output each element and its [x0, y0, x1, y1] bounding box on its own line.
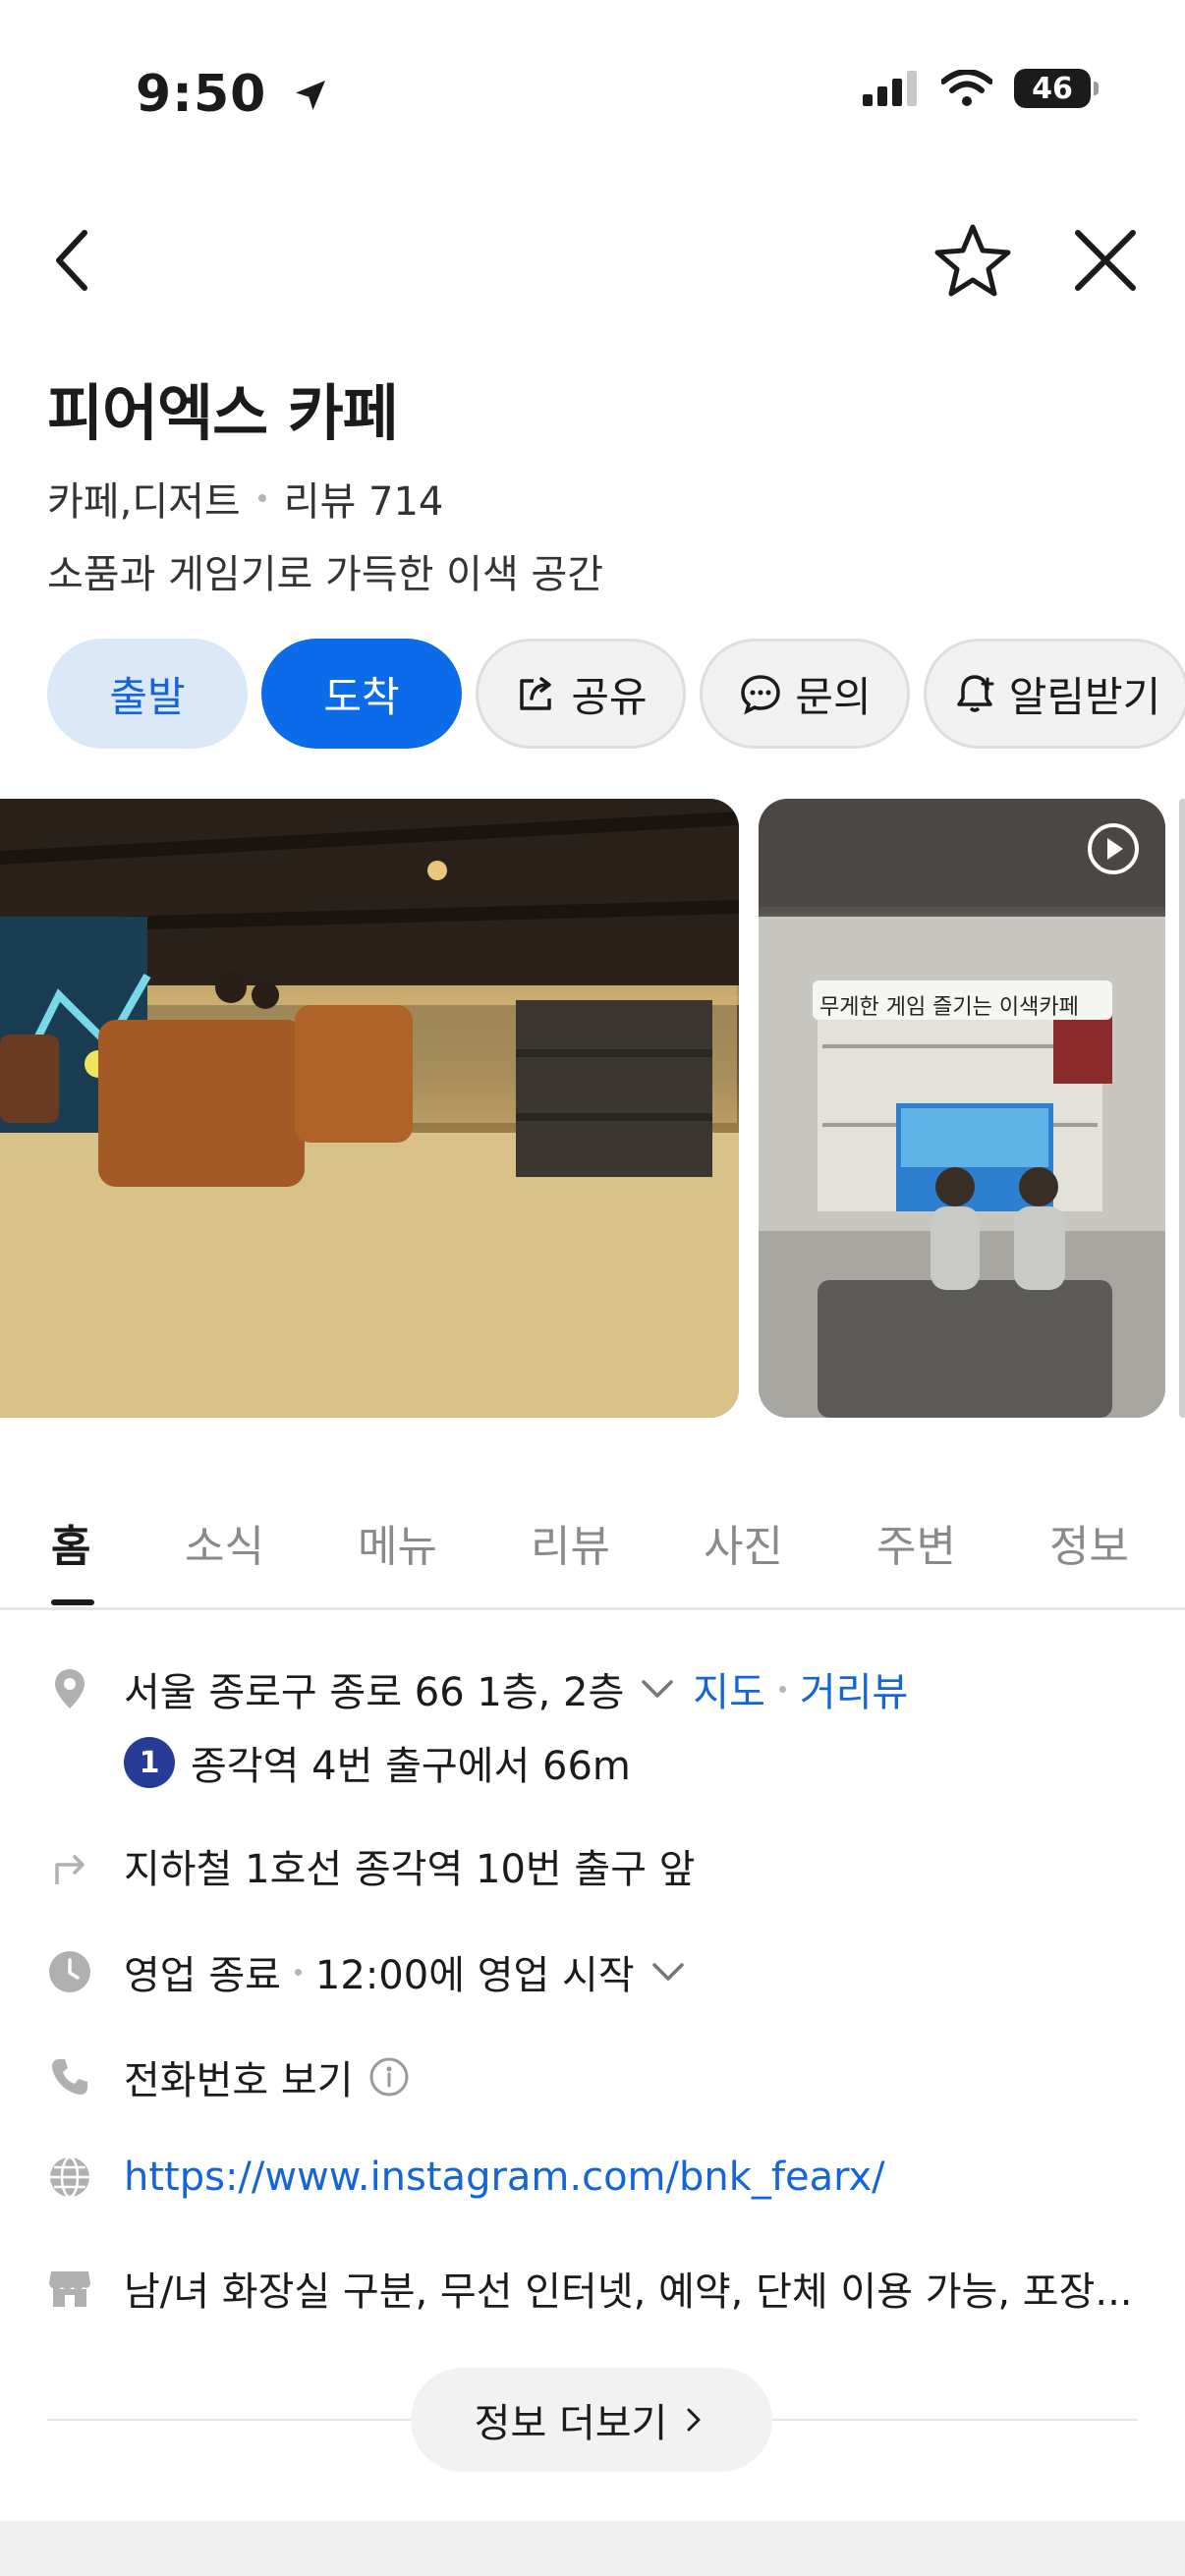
bell-plus-icon — [956, 675, 994, 712]
location-arrow-icon — [296, 81, 326, 110]
chevron-down-icon[interactable] — [647, 1950, 690, 1993]
place-title: 피어엑스 카페 — [47, 377, 399, 449]
tabs-divider — [0, 1607, 1185, 1610]
action-buttons: 출발 도착 공유 문의 알림받기 — [47, 639, 1185, 749]
globe-icon — [50, 2156, 89, 2199]
info-icon[interactable] — [367, 2055, 411, 2099]
section-tabs: 홈 소식 메뉴 리뷰 사진 주변 정보 — [0, 1493, 1185, 1611]
directions-row: 지하철 1호선 종각역 10번 출구 앞 — [47, 1837, 696, 1894]
subway-row: 1 종각역 4번 출구에서 66m — [124, 1734, 631, 1791]
subway-line-badge: 1 — [124, 1737, 175, 1788]
active-tab-indicator — [51, 1599, 94, 1605]
tab-news[interactable]: 소식 — [185, 1511, 264, 1574]
more-info-button[interactable]: 정보 더보기 — [411, 2368, 772, 2472]
review-count[interactable]: 리뷰 714 — [284, 470, 444, 527]
close-icon[interactable] — [1066, 221, 1145, 300]
website-row: https://www.instagram.com/bnk_fearx/ — [47, 2155, 885, 2200]
depart-button[interactable]: 출발 — [47, 639, 248, 749]
photo-overlay-text: 무게한 게임 즐기는 이색카페 — [819, 995, 1079, 1020]
clock-icon — [49, 1951, 90, 1992]
battery-indicator: 46 — [1014, 69, 1099, 108]
map-link[interactable]: 지도 — [693, 1660, 765, 1717]
phone-icon — [52, 2059, 87, 2095]
street-view-link[interactable]: 거리뷰 — [800, 1660, 908, 1717]
chevron-down-icon[interactable] — [636, 1667, 679, 1710]
chat-bubble-icon — [741, 675, 781, 715]
place-meta: 카페,디저트 리뷰 714 — [47, 470, 443, 527]
subway-distance: 종각역 4번 출구에서 66m — [191, 1744, 631, 1789]
tab-nearby[interactable]: 주변 — [876, 1511, 956, 1574]
location-pin-icon — [55, 1669, 85, 1708]
section-separator-band — [0, 2521, 1185, 2576]
link-separator — [778, 1685, 786, 1693]
address-row: 서울 종로구 종로 66 1층, 2층 지도 거리뷰 — [47, 1660, 908, 1717]
status-icons: 46 — [863, 69, 1099, 108]
website-link[interactable]: https://www.instagram.com/bnk_fearx/ — [124, 2155, 885, 2200]
arrive-button[interactable]: 도착 — [261, 639, 462, 749]
game-corner-illustration — [759, 799, 1165, 1418]
tab-photos[interactable]: 사진 — [704, 1511, 783, 1574]
tab-menu[interactable]: 메뉴 — [358, 1511, 437, 1574]
meta-separator — [257, 494, 266, 502]
share-button[interactable]: 공유 — [476, 639, 686, 749]
tab-home[interactable]: 홈 — [51, 1511, 90, 1574]
status-time: 9:50 — [136, 65, 330, 124]
photo-cafe-interior[interactable] — [0, 799, 739, 1418]
turn-arrow-icon — [55, 1855, 85, 1884]
tab-info[interactable]: 정보 — [1049, 1511, 1129, 1574]
store-icon — [49, 2271, 90, 2307]
place-description: 소품과 게임기로 가득한 이색 공간 — [47, 552, 604, 597]
notify-button[interactable]: 알림받기 — [924, 639, 1185, 749]
wifi-icon — [941, 70, 992, 106]
hours-next: 12:00에 영업 시작 — [314, 1953, 635, 1998]
phone-row[interactable]: 전화번호 보기 — [47, 2048, 411, 2105]
phone-text[interactable]: 전화번호 보기 — [124, 2048, 354, 2105]
inquiry-button[interactable]: 문의 — [700, 639, 910, 749]
signal-icon — [863, 71, 917, 106]
star-outline-icon[interactable] — [933, 221, 1012, 300]
amenities-text[interactable]: 남/녀 화장실 구분, 무선 인터넷, 예약, 단체 이용 가능, 포장... — [124, 2260, 1133, 2317]
photo-game-corner[interactable]: 무게한 게임 즐기는 이색카페 — [759, 799, 1165, 1418]
hours-separator — [294, 1968, 302, 1976]
share-icon — [520, 677, 552, 710]
video-play-icon — [1088, 823, 1139, 874]
hours-row[interactable]: 영업 종료 12:00에 영업 시작 — [47, 1943, 690, 2000]
hours-status: 영업 종료 — [124, 1953, 281, 1998]
photo-next-peek[interactable] — [1179, 799, 1185, 1418]
chevron-right-icon — [687, 2408, 701, 2432]
amenities-row[interactable]: 남/녀 화장실 구분, 무선 인터넷, 예약, 단체 이용 가능, 포장... — [47, 2260, 1133, 2317]
chevron-left-icon[interactable] — [35, 221, 114, 300]
place-category: 카페,디저트 — [47, 479, 241, 525]
tab-reviews[interactable]: 리뷰 — [531, 1511, 610, 1574]
directions-text: 지하철 1호선 종각역 10번 출구 앞 — [124, 1847, 696, 1892]
address-text[interactable]: 서울 종로구 종로 66 1층, 2층 — [124, 1660, 624, 1717]
cafe-interior-illustration — [0, 799, 739, 1418]
